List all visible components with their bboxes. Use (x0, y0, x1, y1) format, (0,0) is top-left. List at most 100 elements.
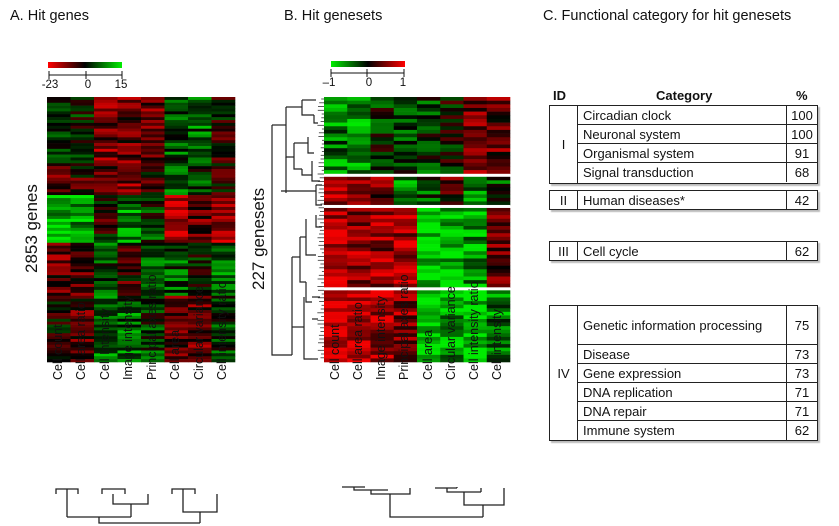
heatmap-a-cell (47, 206, 71, 211)
dendrogram-branch (303, 297, 312, 360)
heatmap-a-cell (117, 227, 142, 232)
heatmap-b-cell (486, 159, 511, 164)
heatmap-b-cell (324, 148, 348, 153)
heatmap-a-cell (211, 224, 236, 229)
pct-cell: 62 (786, 242, 817, 260)
heatmap-b-cell (324, 272, 348, 277)
heatmap-b-cell (347, 159, 371, 164)
dendrogram-branch (305, 219, 316, 256)
pct-cell: 68 (786, 163, 817, 182)
heatmap-a-cell (70, 292, 95, 297)
heatmap-a-cell (164, 315, 189, 320)
heatmap-b-cell (347, 133, 371, 138)
heatmap-b-cell (393, 115, 418, 120)
heatmap-a-cell (164, 125, 189, 129)
heatmap-b-cell (324, 197, 348, 202)
heatmap-a-cell (94, 120, 118, 124)
heatmap-b-cell (440, 272, 464, 277)
heatmap-b-cell (324, 308, 348, 313)
heatmap-a-cell (164, 171, 189, 176)
heatmap-b-cell (324, 211, 348, 216)
heatmap-b-cell (440, 140, 464, 145)
heatmap-a-cell (188, 157, 212, 161)
heatmap-a-row-label: 2853 genes (22, 184, 41, 273)
heatmap-a-cell (211, 251, 236, 255)
heatmap-a-cell (94, 180, 118, 184)
heatmap-b-cell (486, 218, 511, 223)
heatmap-b-cell (324, 254, 348, 259)
heatmap-b-cell (417, 162, 441, 167)
heatmap-a-cell (211, 120, 236, 124)
heatmap-a-cell (70, 111, 95, 115)
heatmap-a-cell (47, 128, 71, 132)
heatmap-a-cell (94, 295, 118, 299)
heatmap-a-cell (47, 307, 71, 311)
heatmap-b-cell (463, 148, 488, 153)
heatmap-b-cell (393, 133, 418, 138)
heatmap-b-cell (417, 280, 441, 285)
heatmap-b-cell (393, 100, 418, 105)
heatmap-a-cell (188, 206, 212, 211)
heatmap-a-cell (164, 245, 189, 249)
heatmap-b-cell (347, 240, 371, 245)
heatmap-b-cell (347, 97, 371, 101)
heatmap-a-cell (94, 171, 118, 176)
heatmap-b-cell (417, 159, 441, 164)
heatmap-b-column-label: Cell area ratio (350, 302, 365, 380)
heatmap-b-cell (324, 187, 348, 192)
heatmap-a-cell (188, 201, 212, 205)
heatmap-a-cell (94, 278, 118, 282)
heatmap-a-cell (117, 257, 142, 261)
heatmap-b-cell (417, 272, 441, 277)
heatmap-a-cell (47, 137, 71, 141)
heatmap-b-cell (417, 111, 441, 116)
heatmap-b-cell (347, 201, 371, 206)
heatmap-a-cell (141, 254, 165, 258)
heatmap-b-cell (347, 272, 371, 277)
heatmap-b-cell (417, 262, 441, 266)
heatmap-a-cell (164, 298, 189, 302)
heatmap-b-cell (486, 107, 511, 112)
heatmap-a-cell (70, 257, 95, 261)
heatmap-b-cell (370, 244, 395, 248)
heatmap-a-cell (164, 212, 189, 217)
heatmap-a-cell (117, 169, 142, 173)
heatmap-a-cell (117, 180, 142, 184)
heatmap-a-cell (164, 295, 189, 299)
heatmap-b-cell (393, 151, 418, 156)
heatmap-a-cell (117, 272, 142, 276)
heatmap-b-cell (393, 254, 418, 259)
heatmap-b-cell (324, 222, 348, 227)
heatmap-b-cell (324, 151, 348, 156)
heatmap-a-cell (70, 269, 95, 273)
heatmap-a-cell (164, 198, 189, 202)
heatmap-a-cell (117, 266, 142, 270)
heatmap-b-cell (440, 236, 464, 241)
heatmap-b-cell (370, 233, 395, 238)
heatmap-b-cell (324, 276, 348, 281)
heatmap-b-cell (440, 197, 464, 202)
heatmap-a-cell (188, 99, 212, 104)
heatmap-b-cell (347, 104, 371, 109)
group-id: I (550, 106, 578, 183)
heatmap-a-cell (141, 186, 165, 190)
category-cell: Human diseases* (583, 192, 685, 208)
heatmap-a-cell (141, 102, 165, 106)
heatmap-a-cell (164, 157, 189, 161)
heatmap-a-cell (117, 233, 142, 238)
heatmap-a-cell (47, 171, 71, 176)
heatmap-b-cell (324, 280, 348, 285)
heatmap-a-cell (47, 239, 71, 244)
heatmap-a-cell (188, 134, 212, 138)
heatmap-a-cell (211, 99, 236, 104)
heatmap-a-cell (117, 242, 142, 246)
heatmap-b-cell (324, 207, 348, 212)
heatmap-a-cell (47, 245, 71, 249)
heatmap-a-cell (164, 148, 189, 153)
heatmap-b-cell (486, 151, 511, 156)
heatmap-a-cell (94, 105, 118, 109)
heatmap-b-cell (324, 190, 348, 195)
heatmap-b-cell (486, 226, 511, 230)
heatmap-b-cell (370, 218, 395, 223)
heatmap-b-cell (463, 265, 488, 270)
